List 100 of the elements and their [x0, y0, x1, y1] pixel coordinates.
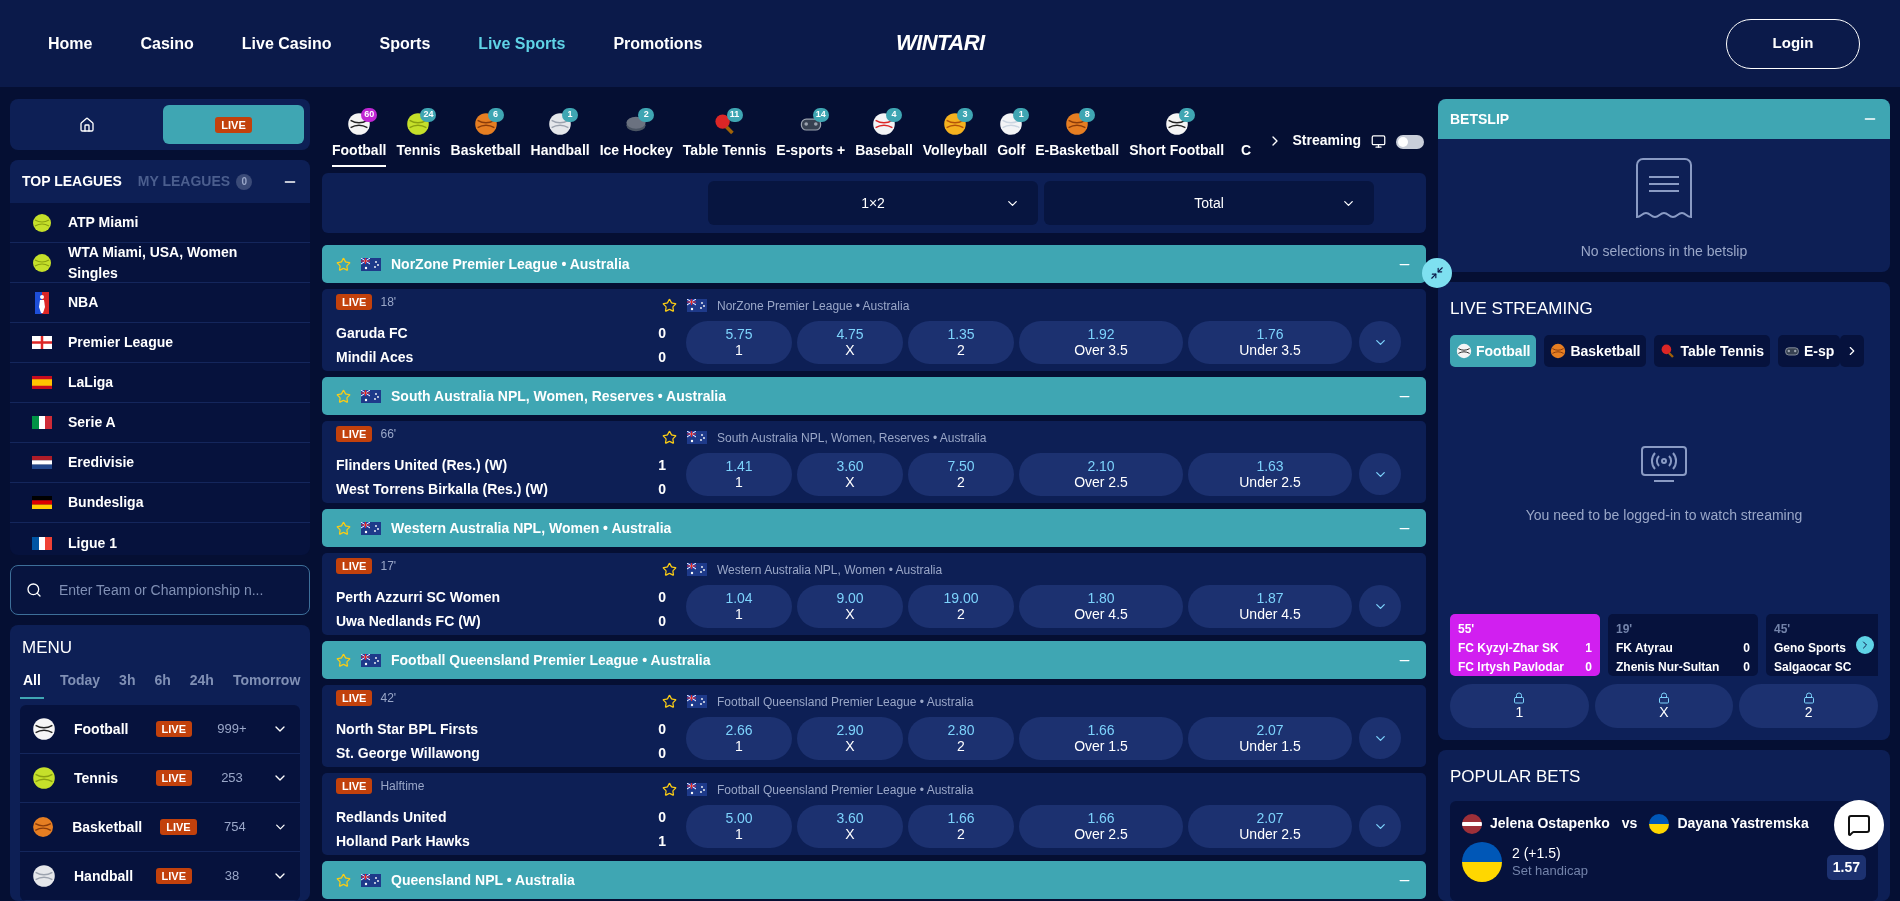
time-filter-tab[interactable]: 24h [186, 670, 217, 699]
flag-icon [1462, 813, 1482, 834]
league-item[interactable]: Eredivisie [10, 443, 310, 484]
sport-tab[interactable]: C [1234, 112, 1257, 167]
market-dropdown[interactable]: 1×2 [708, 181, 1038, 225]
login-button[interactable]: Login [1726, 18, 1860, 69]
live-badge: LIVE [336, 689, 373, 706]
league-item[interactable]: Premier League [10, 323, 310, 364]
time-filter-tab[interactable]: Today [56, 670, 104, 699]
star-icon[interactable] [336, 520, 351, 536]
odds-button[interactable]: 1.66 2 [908, 804, 1014, 848]
scroll-right-button[interactable] [1840, 335, 1865, 368]
star-icon[interactable] [662, 298, 677, 313]
league-item[interactable]: LaLiga [10, 363, 310, 404]
league-label: Western Australia NPL, Women • Australia [717, 561, 943, 579]
live-badge: LIVE [215, 116, 252, 133]
odds-button[interactable]: 2.10 Over 2.5 [1019, 452, 1183, 496]
sport-menu-item[interactable]: Basketball LIVE 754 [20, 803, 300, 852]
flag-icon [687, 563, 707, 576]
star-icon[interactable] [662, 430, 677, 445]
nav-link[interactable]: Promotions [613, 31, 703, 56]
time-filter-tab[interactable]: 3h [116, 670, 139, 699]
team-name: Salgaocar SC [1774, 658, 1852, 676]
star-icon[interactable] [662, 694, 677, 709]
live-badge: LIVE [336, 557, 373, 574]
odds-button[interactable]: 3.60 X [797, 452, 903, 496]
live-match-card[interactable]: 19' FK Atyrau 0 Zhenis Nur-Sultan 0 [1608, 613, 1758, 676]
sport-menu-item[interactable]: Football LIVE 999+ [20, 705, 300, 754]
flag-icon [1462, 842, 1502, 882]
match-time: 17' [380, 557, 397, 575]
stream-sport-tab[interactable]: Table Tennis [1654, 335, 1770, 368]
nav-link[interactable]: Live Casino [241, 31, 332, 56]
odds-button[interactable]: 2.66 1 [686, 716, 792, 760]
league-item[interactable]: Bundesliga [10, 483, 310, 524]
flag-icon [1649, 813, 1670, 834]
live-match-card[interactable]: 55' FC Kyzyl-Zhar SK 1 FC Irtysh Pavlodar 0 [1450, 613, 1600, 676]
market-dropdown[interactable]: Total [1044, 181, 1374, 225]
odds-button[interactable]: 1.41 1 [686, 452, 792, 496]
odds-button[interactable]: 5.00 1 [686, 804, 792, 848]
odds-button[interactable]: 9.00 X [797, 584, 903, 628]
odds-button[interactable]: 2.07 Under 1.5 [1188, 716, 1352, 760]
odds-button[interactable]: 1.87 Under 4.5 [1188, 584, 1352, 628]
odds-button[interactable]: 5.75 1 [686, 320, 792, 364]
flag-icon [687, 695, 707, 708]
stream-sport-tab[interactable]: E-sp [1778, 335, 1841, 368]
star-icon[interactable] [662, 782, 677, 797]
odds-button[interactable]: 2.80 2 [908, 716, 1014, 760]
odds-button[interactable]: 1.63 Under 2.5 [1188, 452, 1352, 496]
odds-button[interactable]: 4.75 X [797, 320, 903, 364]
streaming-toggle[interactable] [1396, 135, 1424, 149]
locked-odds-button[interactable]: 2 [1739, 683, 1878, 728]
star-icon[interactable] [336, 872, 351, 888]
team-name: West Torrens Birkalla (Res.) (W) [336, 479, 548, 499]
league-item[interactable]: NBA [10, 283, 310, 324]
time-filter-tab[interactable]: 6h [151, 670, 174, 699]
logo[interactable]: WINTARI [896, 26, 985, 59]
live-tab[interactable]: LIVE [163, 105, 304, 145]
sport-menu-item[interactable]: Tennis LIVE 253 [20, 754, 300, 803]
collapse-panel-button[interactable] [1422, 258, 1452, 288]
flag-icon [32, 376, 52, 390]
league-item[interactable]: WTA Miami, USA, Women Singles [10, 243, 310, 284]
odds-button[interactable]: 1.35 2 [908, 320, 1014, 364]
sport-menu-item[interactable]: Handball LIVE 38 [20, 852, 300, 901]
odds-button[interactable]: 19.00 2 [908, 584, 1014, 628]
odds-button[interactable]: 1.76 Under 3.5 [1188, 320, 1352, 364]
league-tab[interactable]: TOP LEAGUES [22, 171, 122, 193]
ball-icon [1456, 343, 1472, 360]
nav-link[interactable]: Live Sports [478, 31, 566, 56]
league-item[interactable]: Ligue 1 [10, 523, 310, 555]
odds-button[interactable]: 1.80 Over 4.5 [1019, 584, 1183, 628]
sport-tab[interactable]: 60 Football [332, 112, 387, 167]
star-icon[interactable] [336, 388, 351, 404]
league-tab[interactable]: MY LEAGUES 0 [137, 171, 253, 193]
league-item[interactable]: Serie A [10, 403, 310, 444]
odds-button[interactable]: 1.66 Over 2.5 [1019, 804, 1183, 848]
team-name: Flinders United (Res.) (W) [336, 455, 509, 475]
nav-link[interactable]: Sports [379, 31, 431, 56]
odds-button[interactable]: 1.04 1 [686, 584, 792, 628]
star-icon[interactable] [336, 256, 351, 272]
odds-button[interactable]: 3.60 X [797, 804, 903, 848]
time-filter-tab[interactable]: Tomorrow [229, 670, 304, 699]
odds-button[interactable]: 7.50 2 [908, 452, 1014, 496]
star-icon[interactable] [662, 562, 677, 577]
odds-button[interactable]: 1.92 Over 3.5 [1019, 320, 1183, 364]
search-field[interactable]: Enter Team or Championship n... [10, 564, 310, 615]
odds-button[interactable]: 2.07 Under 2.5 [1188, 804, 1352, 848]
odds-button[interactable]: 2.90 X [797, 716, 903, 760]
star-icon[interactable] [336, 652, 351, 668]
live-badge: LIVE [160, 819, 197, 835]
locked-odds-button[interactable]: X [1594, 683, 1734, 728]
bet-odds[interactable]: 1.57 [1826, 854, 1866, 880]
nav-link[interactable]: Casino [140, 31, 194, 56]
odds-button[interactable]: 1.66 Over 1.5 [1019, 716, 1183, 760]
stream-sport-tab[interactable]: Basketball [1544, 335, 1647, 368]
time-filter-tab[interactable]: All [20, 670, 44, 699]
live-match-card[interactable]: 45' Geno Sports Salgaocar SC [1766, 613, 1878, 676]
league-item[interactable]: ATP Miami [10, 203, 310, 244]
nav-link[interactable]: Home [48, 31, 93, 56]
locked-odds-button[interactable]: 1 [1450, 683, 1589, 728]
chat-button[interactable] [1834, 799, 1884, 850]
